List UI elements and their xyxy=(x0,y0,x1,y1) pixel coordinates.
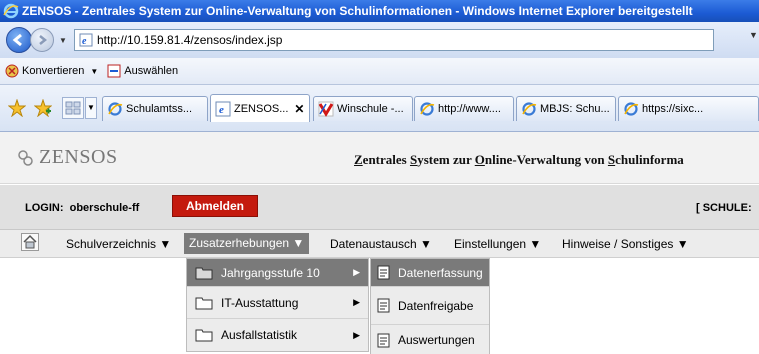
pdf-convert-icon xyxy=(5,64,19,78)
submenu-item-auswertungen[interactable]: Auswertungen xyxy=(371,325,489,354)
ie-page-icon xyxy=(624,102,639,116)
ie-page-icon xyxy=(420,102,435,116)
tab-bar: ▼ Schulamtss... e ZENSOS... ✕ Winschule … xyxy=(0,85,759,132)
submenu-item-datenerfassung[interactable]: Datenerfassung xyxy=(371,259,489,287)
submenu-item-jahrgangsstufe[interactable]: Jahrgangsstufe 10 ▶ xyxy=(187,259,368,287)
tab-label: https://sixc... xyxy=(642,103,704,115)
submenu-arrow-icon: ▶ xyxy=(353,329,360,340)
submenu-label: Jahrgangsstufe 10 xyxy=(221,265,320,280)
select-icon xyxy=(107,64,121,78)
close-tab-icon[interactable]: ✕ xyxy=(294,102,304,116)
tab-2[interactable]: e ZENSOS... ✕ xyxy=(210,94,310,122)
folder-icon xyxy=(195,267,213,279)
ie-logo-icon xyxy=(3,3,19,19)
subtitle-text: nline- xyxy=(484,152,517,167)
main-menu: Schulverzeichnis ▼ Zusatzerhebungen ▼ Da… xyxy=(0,230,759,258)
tab-1[interactable]: Schulamtss... xyxy=(102,96,208,121)
tab-4[interactable]: http://www.... xyxy=(414,96,514,121)
tab-list-dropdown-icon[interactable]: ▼ xyxy=(85,97,97,119)
menu-datenaustausch[interactable]: Datenaustausch ▼ xyxy=(330,237,432,251)
history-dropdown-icon[interactable]: ▼ xyxy=(56,36,70,45)
quick-tabs-icon[interactable] xyxy=(62,97,84,119)
site-header: ZENSOS Zentrales System zur Online-Verwa… xyxy=(0,132,759,184)
submenu-item-ausfallstatistik[interactable]: Ausfallstatistik ▶ xyxy=(187,319,368,351)
back-button[interactable] xyxy=(6,27,32,53)
ie-page-icon xyxy=(522,102,537,116)
url-input[interactable] xyxy=(97,33,713,47)
submenu-label: Datenerfassung xyxy=(398,265,483,280)
document-icon xyxy=(377,298,390,313)
subtitle-initial: O xyxy=(474,152,485,167)
forward-arrow-icon xyxy=(39,35,48,45)
zensos-logo: ZENSOS xyxy=(16,146,118,169)
window-title-bar: ZENSOS - Zentrales System zur Online-Ver… xyxy=(0,0,759,22)
subtitle-text: ystem zur xyxy=(417,152,475,167)
favorites-star-icon[interactable] xyxy=(8,99,26,117)
submenu-arrow-icon: ▶ xyxy=(353,297,360,307)
back-arrow-icon xyxy=(12,33,22,47)
menu-zusatzerhebungen[interactable]: Zusatzerhebungen ▼ xyxy=(184,233,310,254)
convert-dropdown-icon: ▼ xyxy=(90,66,99,76)
grid-icon xyxy=(65,101,81,115)
svg-text:e: e xyxy=(82,36,87,47)
submenu-label: Ausfallstatistik xyxy=(221,328,298,342)
address-bar: ▼ e xyxy=(0,22,759,58)
winschule-icon xyxy=(318,101,334,117)
tab-6[interactable]: https://sixc... xyxy=(618,96,759,121)
folder-icon xyxy=(195,297,213,309)
tab-label: Schulamtss... xyxy=(126,103,193,115)
url-field-container[interactable]: e xyxy=(74,29,714,51)
logout-button[interactable]: Abmelden xyxy=(172,195,258,217)
submenu-item-it-ausstattung[interactable]: IT-Ausstattung ▶ xyxy=(187,287,368,319)
submenu-label: Datenfreigabe xyxy=(398,298,474,313)
zusatzerhebungen-submenu: Jahrgangsstufe 10 ▶ IT-Ausstattung ▶ Aus… xyxy=(186,258,369,352)
tab-label: http://www.... xyxy=(438,103,501,115)
subtitle-text: chulinforma xyxy=(615,152,684,167)
site-subtitle: Zentrales System zur Online-Verwaltung v… xyxy=(354,152,684,168)
subtitle-initial: Z xyxy=(354,152,363,167)
menu-schulverzeichnis[interactable]: Schulverzeichnis ▼ xyxy=(66,237,171,251)
jahrgangsstufe-submenu: Datenerfassung Datenfreigabe Auswertunge… xyxy=(370,258,490,354)
command-toolbar: Konvertieren ▼ Auswählen xyxy=(0,58,759,85)
page-icon: e xyxy=(79,33,93,47)
forward-button[interactable] xyxy=(30,28,54,52)
convert-label: Konvertieren xyxy=(22,65,85,77)
document-icon xyxy=(377,265,390,280)
logo-text: ZENSOS xyxy=(39,146,118,168)
convert-button[interactable]: Konvertieren ▼ xyxy=(4,63,98,79)
login-bar: LOGIN: oberschule-ff Abmelden [ SCHULE: xyxy=(0,185,759,230)
tab-label: Winschule -... xyxy=(337,103,404,115)
select-label: Auswählen xyxy=(124,65,179,77)
submenu-label: IT-Ausstattung xyxy=(221,295,299,310)
subtitle-text: entrales xyxy=(362,152,410,167)
add-favorite-icon[interactable] xyxy=(34,99,52,117)
folder-icon xyxy=(195,329,213,342)
window-title: ZENSOS - Zentrales System zur Online-Ver… xyxy=(22,4,693,18)
tab-5[interactable]: MBJS: Schu... xyxy=(516,96,616,121)
ie-page-icon xyxy=(108,102,123,116)
menu-einstellungen[interactable]: Einstellungen ▼ xyxy=(454,237,541,251)
home-button[interactable] xyxy=(21,233,39,251)
login-label: LOGIN: oberschule-ff xyxy=(25,202,140,214)
home-icon xyxy=(23,234,37,249)
svg-text:e: e xyxy=(219,104,224,116)
submenu-item-datenfreigabe[interactable]: Datenfreigabe xyxy=(371,287,489,325)
select-button[interactable]: Auswählen xyxy=(106,63,178,79)
menu-hinweise[interactable]: Hinweise / Sonstiges ▼ xyxy=(562,237,689,251)
submenu-label: Auswertungen xyxy=(398,333,475,347)
subtitle-text: Verwaltung von xyxy=(516,152,608,167)
page-content: ZENSOS Zentrales System zur Online-Verwa… xyxy=(0,132,759,354)
tab-label: MBJS: Schu... xyxy=(540,103,610,115)
ie-page-icon: e xyxy=(215,101,231,116)
school-label: [ SCHULE: xyxy=(696,202,752,214)
tab-label: ZENSOS... xyxy=(234,102,289,115)
document-icon xyxy=(377,333,390,347)
submenu-arrow-icon: ▶ xyxy=(353,267,360,277)
logo-swirl-icon xyxy=(18,149,33,166)
tab-3[interactable]: Winschule -... xyxy=(313,96,413,121)
url-dropdown-icon[interactable]: ▼ xyxy=(749,30,759,50)
